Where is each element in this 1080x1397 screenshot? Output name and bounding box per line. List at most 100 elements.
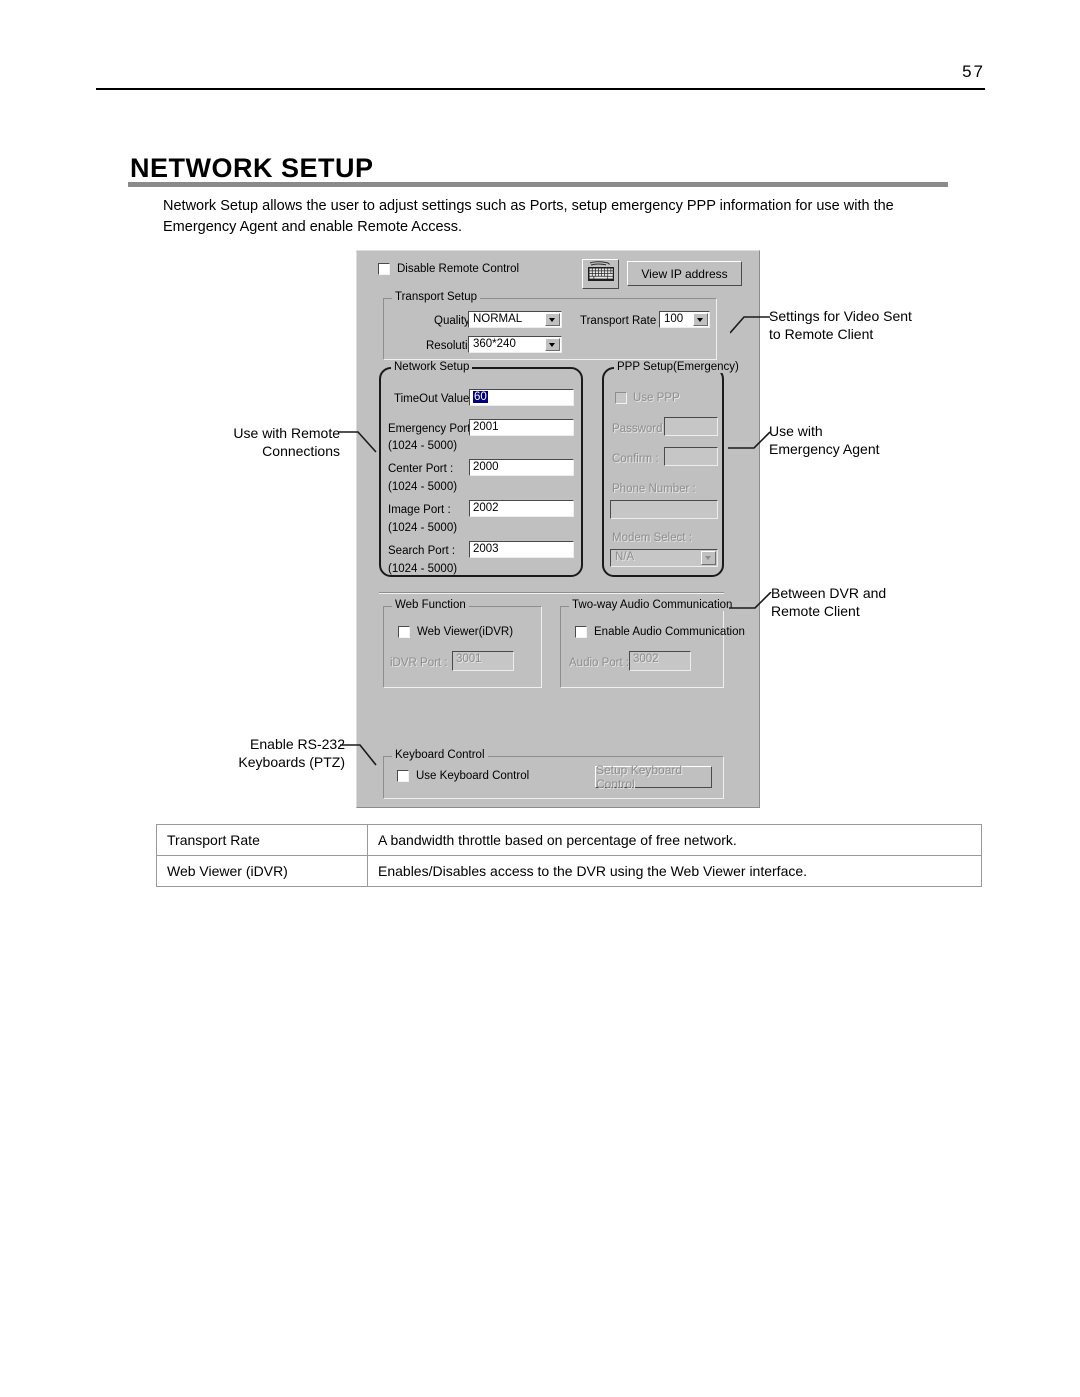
callout-video-settings-line1: Settings for Video Sent: [769, 308, 912, 324]
callout-emergency-agent-line2: Emergency Agent: [769, 441, 880, 457]
leader-line-rs232: [340, 744, 377, 766]
callout-remote-connections-line1: Use with Remote: [233, 425, 340, 441]
emergency-port-range: (1024 - 5000): [388, 440, 458, 452]
web-viewer-checkbox-row[interactable]: Web Viewer(iDVR): [398, 626, 513, 638]
chevron-down-icon[interactable]: [545, 313, 560, 326]
password-field[interactable]: [664, 417, 718, 436]
keyboard-control-title: Keyboard Control: [392, 749, 488, 761]
disable-remote-control-checkbox[interactable]: [378, 263, 390, 275]
center-port-input[interactable]: 2000: [469, 459, 574, 476]
chevron-down-icon[interactable]: [701, 551, 716, 565]
resolution-value: 360*240: [473, 338, 516, 350]
network-setup-title: Network Setup: [391, 361, 473, 373]
web-function-title: Web Function: [392, 599, 469, 611]
search-port-label: Search Port :: [388, 545, 456, 557]
image-port-range: (1024 - 5000): [388, 522, 458, 534]
web-function-group: Web Function: [383, 599, 542, 688]
header-rule: [96, 88, 985, 90]
timeout-value-text: 60: [473, 391, 488, 403]
confirm-label: Confirm :: [612, 453, 659, 465]
timeout-value-input[interactable]: 60: [469, 389, 574, 406]
callout-emergency-agent: Use with Emergency Agent: [769, 422, 949, 458]
phone-number-field[interactable]: [610, 500, 718, 519]
use-keyboard-control-checkbox[interactable]: [397, 770, 409, 782]
callout-rs232-line2: Keyboards (PTZ): [238, 754, 345, 770]
title-underline-rule: [128, 182, 948, 187]
callout-between-dvr: Between DVR and Remote Client: [771, 584, 951, 620]
use-ppp-checkbox[interactable]: [615, 392, 627, 404]
chevron-down-icon[interactable]: [693, 313, 708, 326]
web-viewer-label: Web Viewer(iDVR): [417, 626, 514, 638]
center-port-label: Center Port :: [388, 463, 454, 475]
center-port-range: (1024 - 5000): [388, 481, 458, 493]
leader-line-emergency-agent: [728, 431, 771, 449]
transport-setup-title: Transport Setup: [392, 291, 481, 303]
transport-rate-label: Transport Rate :: [580, 315, 663, 327]
enable-audio-checkbox-row[interactable]: Enable Audio Communication: [575, 626, 745, 638]
audio-port-input[interactable]: 3002: [629, 651, 691, 671]
callout-video-settings-line2: to Remote Client: [769, 326, 874, 342]
confirm-field[interactable]: [664, 447, 718, 466]
enable-audio-label: Enable Audio Communication: [594, 626, 745, 638]
image-port-input[interactable]: 2002: [469, 500, 574, 517]
table-cell-description: A bandwidth throttle based on percentage…: [367, 824, 982, 856]
leader-line-remote-connections: [338, 431, 377, 453]
idvr-port-input[interactable]: 3001: [452, 651, 514, 671]
web-viewer-checkbox[interactable]: [398, 626, 410, 638]
transport-rate-value: 100: [664, 313, 684, 325]
callout-remote-connections-line2: Connections: [262, 443, 340, 459]
setup-keyboard-control-button[interactable]: Setup Keyboard Control: [595, 763, 712, 791]
transport-rate-select[interactable]: 100: [659, 311, 710, 328]
callout-rs232-line1: Enable RS-232: [250, 736, 345, 752]
use-keyboard-control-label: Use Keyboard Control: [416, 770, 530, 782]
timeout-value-label: TimeOut Value :: [394, 393, 476, 405]
modem-select-label: Modem Select :: [612, 532, 692, 544]
callout-between-dvr-line2: Remote Client: [771, 603, 860, 619]
keyboard-icon-button[interactable]: [582, 259, 619, 289]
page-number: 57: [962, 62, 985, 81]
intro-paragraph: Network Setup allows the user to adjust …: [163, 198, 894, 235]
search-port-range: (1024 - 5000): [388, 563, 458, 575]
enable-audio-checkbox[interactable]: [575, 626, 587, 638]
disable-remote-control-label: Disable Remote Control: [397, 263, 520, 275]
callout-emergency-agent-line1: Use with: [769, 423, 823, 439]
leader-line-video-settings: [730, 316, 770, 334]
table-cell-description: Enables/Disables access to the DVR using…: [367, 855, 982, 887]
ppp-setup-title: PPP Setup(Emergency): [614, 361, 742, 373]
disable-remote-control-checkbox-row[interactable]: Disable Remote Control: [378, 263, 519, 275]
quality-select[interactable]: NORMAL: [468, 311, 562, 328]
use-ppp-label: Use PPP: [633, 392, 680, 404]
phone-number-label: Phone Number :: [612, 483, 696, 495]
audio-communication-group: Two-way Audio Communication: [560, 599, 736, 688]
callout-video-settings: Settings for Video Sent to Remote Client: [769, 307, 949, 343]
leader-line-between-dvr: [729, 592, 772, 609]
emergency-port-label: Emergency Port :: [388, 423, 477, 435]
resolution-select[interactable]: 360*240: [468, 336, 562, 353]
idvr-port-label: iDVR Port :: [390, 657, 448, 669]
callout-remote-connections: Use with Remote Connections: [200, 424, 340, 460]
password-label: Password :: [612, 423, 669, 435]
table-row: Web Viewer (iDVR) Enables/Disables acces…: [156, 855, 982, 887]
callout-between-dvr-line1: Between DVR and: [771, 585, 887, 601]
description-table: Transport Rate A bandwidth throttle base…: [156, 824, 982, 887]
use-ppp-checkbox-row[interactable]: Use PPP: [615, 392, 680, 404]
emergency-port-input[interactable]: 2001: [469, 419, 574, 436]
audio-port-label: Audio Port :: [569, 657, 630, 669]
page-title: NETWORK SETUP: [130, 153, 374, 183]
search-port-input[interactable]: 2003: [469, 541, 574, 558]
view-ip-address-button[interactable]: View IP address: [627, 261, 742, 286]
network-setup-dialog: Disable Remote Control View IP address T…: [356, 250, 760, 808]
keyboard-icon: [587, 261, 614, 281]
modem-select-dropdown[interactable]: N/A: [610, 549, 718, 567]
table-cell-term: Transport Rate: [156, 824, 368, 856]
callout-rs232-keyboards: Enable RS-232 Keyboards (PTZ): [200, 735, 345, 771]
chevron-down-icon[interactable]: [545, 338, 560, 351]
table-row: Transport Rate A bandwidth throttle base…: [156, 824, 982, 856]
section-separator: [379, 592, 724, 594]
table-cell-term: Web Viewer (iDVR): [156, 855, 368, 887]
modem-select-value: N/A: [615, 551, 635, 563]
image-port-label: Image Port :: [388, 504, 451, 516]
quality-value: NORMAL: [473, 313, 523, 325]
audio-communication-title: Two-way Audio Communication: [569, 599, 736, 611]
use-keyboard-control-checkbox-row[interactable]: Use Keyboard Control: [397, 770, 529, 782]
